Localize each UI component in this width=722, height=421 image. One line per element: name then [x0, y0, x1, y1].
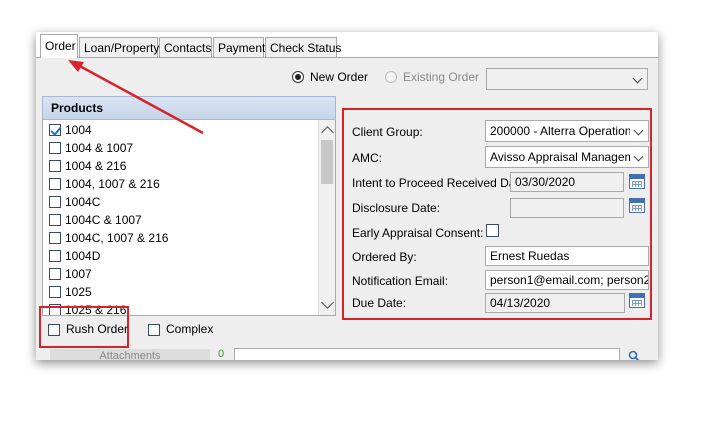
annotation-arrow — [68, 60, 204, 135]
